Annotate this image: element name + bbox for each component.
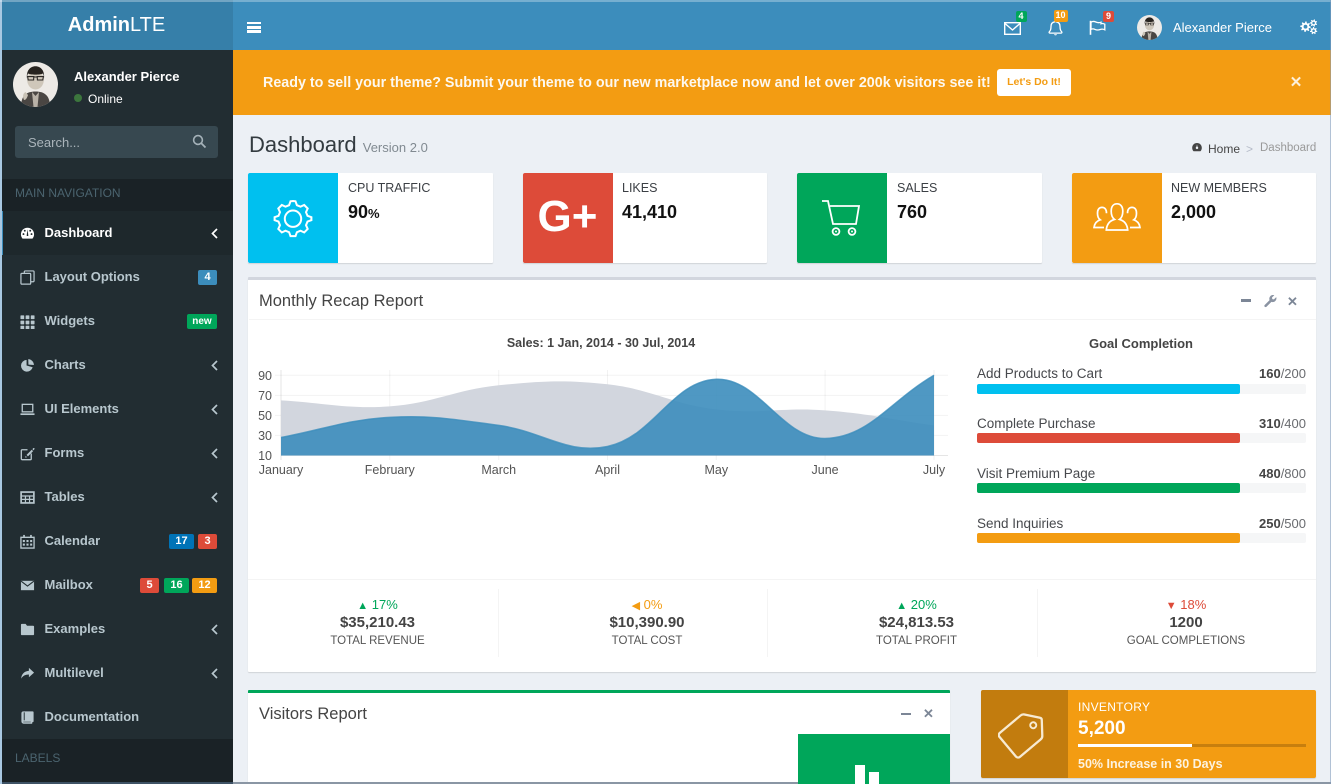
svg-text:70: 70: [258, 389, 272, 403]
svg-text:10: 10: [258, 449, 272, 463]
svg-text:30: 30: [258, 429, 272, 443]
svg-text:July: July: [923, 463, 946, 477]
svg-text:February: February: [365, 463, 416, 477]
svg-text:April: April: [595, 463, 620, 477]
svg-text:90: 90: [258, 369, 272, 383]
svg-text:50: 50: [258, 409, 272, 423]
svg-text:January: January: [259, 463, 304, 477]
svg-text:June: June: [812, 463, 839, 477]
svg-text:May: May: [704, 463, 728, 477]
svg-text:March: March: [481, 463, 516, 477]
